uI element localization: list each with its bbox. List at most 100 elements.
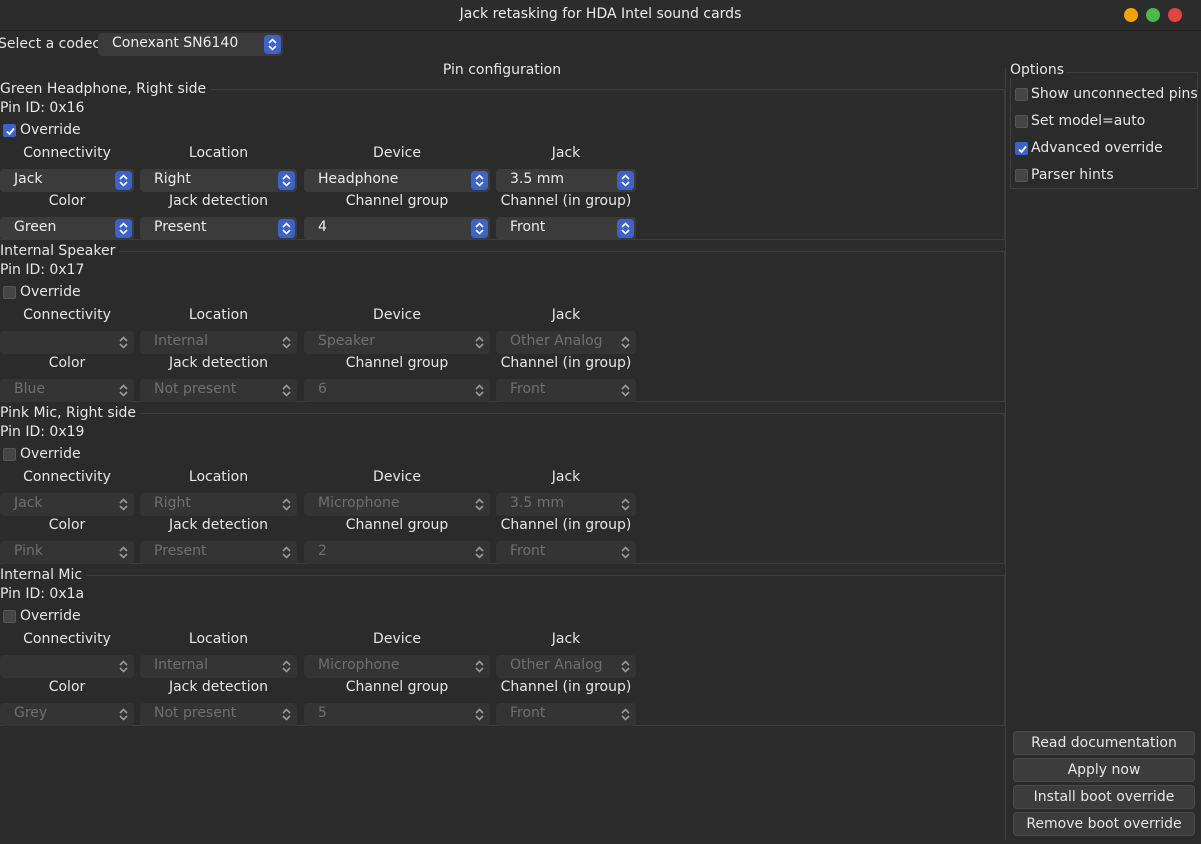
- chevron-updown-icon: [471, 705, 488, 724]
- field-label-connectivity: Connectivity: [23, 631, 111, 647]
- show-unconnected-pins-checkbox[interactable]: [1015, 88, 1028, 101]
- field-label-jack-detection: Jack detection: [168, 193, 269, 209]
- location-select[interactable]: Internal: [140, 331, 297, 354]
- jack-select[interactable]: Other Analog: [496, 331, 636, 354]
- field-label-location: Location: [188, 631, 249, 647]
- override-checkbox[interactable]: [3, 124, 16, 137]
- set-model-auto-label: Set model=auto: [1031, 113, 1146, 129]
- color-value: Green: [14, 219, 57, 235]
- chevron-updown-icon: [278, 705, 295, 724]
- chevron-updown-icon: [278, 381, 295, 400]
- field-label-color: Color: [48, 517, 86, 533]
- field-label-channel-in-group: Channel (in group): [500, 193, 632, 209]
- channel-in-group-select[interactable]: Front: [496, 703, 636, 726]
- pin-title: Internal Speaker: [0, 243, 120, 259]
- device-select[interactable]: Headphone: [304, 169, 490, 192]
- device-value: Microphone: [318, 657, 400, 673]
- field-label-channel-group: Channel group: [345, 193, 449, 209]
- field-label-color: Color: [48, 679, 86, 695]
- jack-detection-select[interactable]: Present: [140, 217, 297, 240]
- parser-hints-checkbox[interactable]: [1015, 169, 1028, 182]
- channel-in-group-select[interactable]: Front: [496, 379, 636, 402]
- chevron-updown-icon: [264, 35, 281, 54]
- channel-in-group-select[interactable]: Front: [496, 217, 636, 240]
- override-label: Override: [20, 284, 81, 300]
- device-select[interactable]: Microphone: [304, 655, 490, 678]
- chevron-updown-icon: [617, 495, 634, 514]
- field-label-channel-in-group: Channel (in group): [500, 355, 632, 371]
- device-select[interactable]: Microphone: [304, 493, 490, 516]
- channel-group-select[interactable]: 4: [304, 217, 490, 240]
- connectivity-select[interactable]: [0, 655, 134, 678]
- field-label-channel-group: Channel group: [345, 679, 449, 695]
- channel-in-group-value: Front: [510, 705, 546, 721]
- title-bar: Jack retasking for HDA Intel sound cards: [0, 0, 1201, 31]
- device-value: Speaker: [318, 333, 375, 349]
- color-select[interactable]: Grey: [0, 703, 134, 726]
- advanced-override-checkbox[interactable]: [1015, 142, 1028, 155]
- install-boot-override-button[interactable]: Install boot override: [1013, 785, 1195, 809]
- channel-group-select[interactable]: 5: [304, 703, 490, 726]
- override-checkbox[interactable]: [3, 610, 16, 623]
- location-value: Right: [154, 495, 191, 511]
- location-select[interactable]: Internal: [140, 655, 297, 678]
- jack-select[interactable]: Other Analog: [496, 655, 636, 678]
- apply-now-button[interactable]: Apply now: [1013, 758, 1195, 782]
- jack-detection-value: Not present: [154, 381, 237, 397]
- codec-select[interactable]: Conexant SN6140: [98, 33, 283, 56]
- field-label-location: Location: [188, 469, 249, 485]
- override-label: Override: [20, 446, 81, 462]
- maximize-button[interactable]: [1146, 8, 1160, 22]
- connectivity-value: Jack: [14, 495, 43, 511]
- override-label: Override: [20, 608, 81, 624]
- location-select[interactable]: Right: [140, 493, 297, 516]
- connectivity-select[interactable]: Jack: [0, 169, 134, 192]
- field-label-location: Location: [188, 145, 249, 161]
- set-model-auto-checkbox[interactable]: [1015, 115, 1028, 128]
- channel-group-select[interactable]: 2: [304, 541, 490, 564]
- pin-title: Green Headphone, Right side: [0, 81, 211, 97]
- field-label-jack: Jack: [551, 145, 581, 161]
- location-select[interactable]: Right: [140, 169, 297, 192]
- read-documentation-button[interactable]: Read documentation: [1013, 731, 1195, 755]
- pin-title: Internal Mic: [0, 567, 87, 583]
- chevron-updown-icon: [471, 333, 488, 352]
- chevron-updown-icon: [278, 171, 295, 190]
- device-select[interactable]: Speaker: [304, 331, 490, 354]
- jack-detection-select[interactable]: Not present: [140, 703, 297, 726]
- chevron-updown-icon: [471, 381, 488, 400]
- field-label-color: Color: [48, 193, 86, 209]
- channel-group-value: 4: [318, 219, 327, 235]
- jack-detection-select[interactable]: Not present: [140, 379, 297, 402]
- chevron-updown-icon: [115, 657, 132, 676]
- field-label-device: Device: [373, 145, 421, 161]
- color-select[interactable]: Blue: [0, 379, 134, 402]
- chevron-updown-icon: [278, 219, 295, 238]
- connectivity-select[interactable]: [0, 331, 134, 354]
- channel-group-select[interactable]: 6: [304, 379, 490, 402]
- jack-select[interactable]: 3.5 mm: [496, 493, 636, 516]
- location-value: Right: [154, 171, 191, 187]
- minimize-button[interactable]: [1124, 8, 1138, 22]
- connectivity-select[interactable]: Jack: [0, 493, 134, 516]
- chevron-updown-icon: [115, 171, 132, 190]
- field-label-color: Color: [48, 355, 86, 371]
- jack-select[interactable]: 3.5 mm: [496, 169, 636, 192]
- jack-value: Other Analog: [510, 333, 603, 349]
- close-button[interactable]: [1168, 8, 1182, 22]
- color-select[interactable]: Green: [0, 217, 134, 240]
- jack-detection-select[interactable]: Present: [140, 541, 297, 564]
- channel-group-value: 5: [318, 705, 327, 721]
- channel-in-group-select[interactable]: Front: [496, 541, 636, 564]
- jack-value: Other Analog: [510, 657, 603, 673]
- codec-label: Select a codec:: [0, 36, 105, 52]
- override-checkbox[interactable]: [3, 286, 16, 299]
- device-value: Microphone: [318, 495, 400, 511]
- channel-in-group-value: Front: [510, 381, 546, 397]
- remove-boot-override-button[interactable]: Remove boot override: [1013, 812, 1195, 836]
- chevron-updown-icon: [115, 219, 132, 238]
- color-select[interactable]: Pink: [0, 541, 134, 564]
- override-checkbox[interactable]: [3, 448, 16, 461]
- chevron-updown-icon: [617, 171, 634, 190]
- pin-id: Pin ID: 0x16: [0, 100, 85, 116]
